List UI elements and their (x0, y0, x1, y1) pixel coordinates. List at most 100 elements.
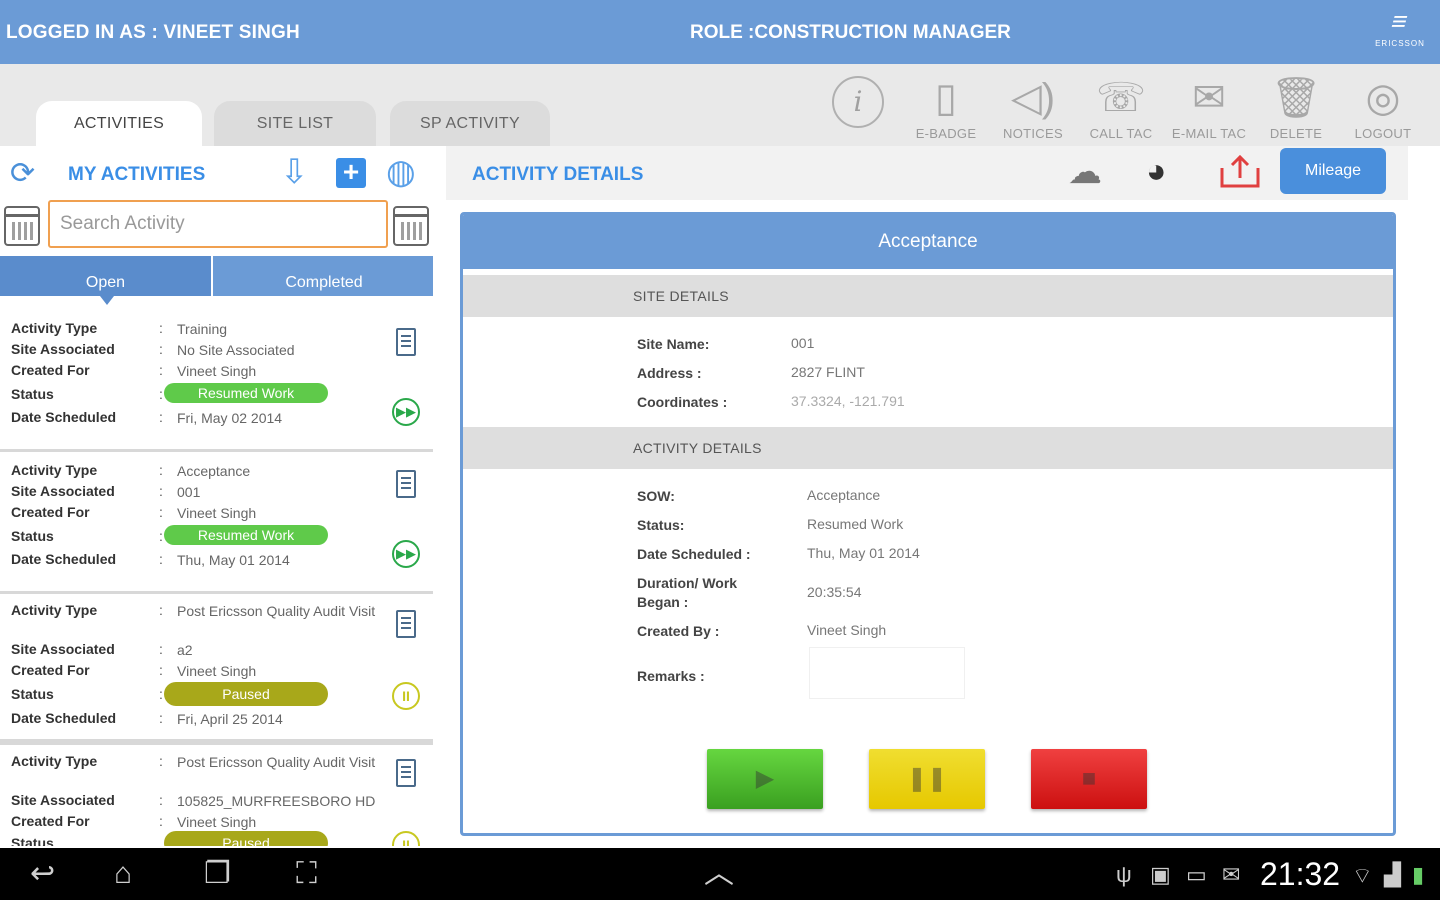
screenshot-icon[interactable]: ⛶ (296, 858, 317, 890)
document-icon[interactable] (396, 328, 416, 356)
activity-card[interactable]: Activity Type: Post Ericsson Quality Audi… (0, 594, 433, 742)
add-activity-button[interactable]: + (336, 158, 366, 188)
duration-value: 20:35:54 (807, 584, 862, 600)
my-activities-pane: ⟳ MY ACTIVITIES ⇩ + ◍ Search Activity Op… (0, 146, 433, 846)
created-by-value: Vineet Singh (807, 622, 887, 638)
date-scheduled-label: Date Scheduled (11, 551, 117, 567)
status-badge: Paused (164, 831, 328, 846)
e-badge-label: E-BADGE (915, 126, 977, 141)
tab-activities[interactable]: ACTIVITIES (36, 101, 202, 146)
site-associated-label: Site Associated (11, 641, 115, 657)
activity-type-label: Activity Type (11, 602, 98, 618)
site-name-label: Site Name: (637, 336, 710, 352)
back-icon[interactable]: ↩ (30, 858, 55, 890)
activity-details-section: ACTIVITY DETAILS (463, 427, 1393, 469)
activity-details-pane: ACTIVITY DETAILS ☁ ◕ Mileage Acceptance … (446, 146, 1440, 846)
phone-icon: ☏ (1095, 76, 1147, 120)
site-associated-label: Site Associated (11, 341, 115, 357)
sow-value: Acceptance (807, 487, 881, 503)
status-value: Resumed Work (807, 516, 904, 532)
segment-completed[interactable]: Completed (215, 256, 433, 296)
tab-site-list[interactable]: SITE LIST (214, 101, 376, 146)
status-label: Status: (637, 517, 685, 533)
panel-title: Acceptance (463, 215, 1393, 269)
document-icon[interactable] (396, 470, 416, 498)
upload-share-icon[interactable] (1216, 154, 1264, 190)
usb-icon: ψ (1116, 862, 1132, 887)
paused-icon[interactable]: II (392, 831, 420, 846)
resume-play-icon[interactable]: ▶▶ (392, 398, 420, 426)
notices-button[interactable]: ◁) NOTICES (993, 70, 1073, 142)
ericsson-logo: ≡ ERICSSON (1372, 6, 1428, 56)
created-by-label: Created By : (637, 623, 720, 639)
start-button[interactable]: ▶ (707, 749, 823, 809)
call-tac-label: CALL TAC (1089, 126, 1153, 141)
stop-button[interactable]: ■ (1031, 749, 1147, 809)
top-bar: LOGGED IN AS : VINEET SINGH ROLE :CONSTR… (0, 0, 1440, 64)
paused-icon[interactable]: II (392, 682, 420, 710)
refresh-icon[interactable]: ⟳ (10, 156, 35, 191)
logout-label: LOGOUT (1354, 126, 1412, 141)
globe-grid-icon[interactable]: ◍ (386, 152, 416, 192)
image-icon: ▭ (1186, 862, 1207, 887)
created-for-value: Vineet Singh (177, 505, 257, 521)
sow-label: SOW: (637, 488, 675, 504)
coordinates-value[interactable]: 37.3324, -121.791 (791, 393, 905, 409)
activity-card[interactable]: Activity Type: Training Site Associated: N… (0, 310, 433, 452)
logout-button[interactable]: ◎ LOGOUT (1343, 70, 1423, 142)
email-tac-button[interactable]: ✉ E-MAIL TAC (1169, 70, 1249, 142)
created-for-value: Vineet Singh (177, 663, 257, 679)
home-icon[interactable]: ⌂ (114, 858, 132, 890)
chevron-up-icon[interactable]: ︿ (704, 858, 734, 890)
delete-button[interactable]: 🗑 DELETE (1256, 70, 1336, 142)
activity-card[interactable]: Activity Type: Acceptance Site Associated… (0, 452, 433, 594)
system-nav-bar: ↩ ⌂ ❐ ⛶ ︿ ψ ▣ ▭ ✉ 21:32 ⌔ ▟ ▮ (0, 848, 1440, 900)
created-for-label: Created For (11, 504, 90, 520)
recent-apps-icon[interactable]: ❐ (204, 858, 231, 890)
info-icon[interactable]: i (832, 76, 884, 128)
status-label: Status (11, 835, 54, 846)
tool-strip: ACTIVITIES SITE LIST SP ACTIVITY i ▯ E-B… (0, 64, 1440, 146)
coordinates-label: Coordinates : (637, 394, 728, 410)
address-label: Address : (637, 365, 702, 381)
document-icon[interactable] (396, 610, 416, 638)
date-scheduled-value: Fri, May 02 2014 (177, 410, 283, 426)
stop-icon: ■ (1081, 765, 1097, 792)
site-name-value: 001 (791, 335, 815, 351)
created-for-value: Vineet Singh (177, 814, 257, 830)
segment-open[interactable]: Open (0, 256, 213, 296)
calendar-from-icon[interactable] (4, 206, 40, 246)
created-for-value: Vineet Singh (177, 363, 257, 379)
site-associated-value: No Site Associated (177, 342, 295, 358)
resume-play-icon[interactable]: ▶▶ (392, 540, 420, 568)
play-icon: ▶ (755, 765, 775, 792)
search-activity-input[interactable]: Search Activity (48, 200, 388, 248)
world-map-icon[interactable]: ◕ (1146, 152, 1167, 191)
mileage-button[interactable]: Mileage (1280, 148, 1386, 194)
tab-sp-activity[interactable]: SP ACTIVITY (390, 101, 550, 146)
e-badge-icon: ▯ (934, 76, 957, 120)
call-tac-button[interactable]: ☏ CALL TAC (1081, 70, 1161, 142)
status-badge: Paused (164, 682, 328, 706)
weather-icon[interactable]: ☁ (1068, 152, 1102, 192)
activity-type-label: Activity Type (11, 753, 98, 769)
battery-icon: ▮ (1412, 862, 1425, 887)
trash-icon: 🗑 (1270, 76, 1322, 120)
date-scheduled-value: Thu, May 01 2014 (807, 545, 920, 561)
mail-notification-icon: ✉ (1222, 862, 1241, 887)
activity-details-header: ACTIVITY DETAILS ☁ ◕ Mileage (446, 146, 1408, 200)
delete-label: DELETE (1269, 126, 1323, 141)
calendar-to-icon[interactable] (393, 206, 429, 246)
address-value: 2827 FLINT (791, 364, 865, 380)
e-badge-button[interactable]: ▯ E-BADGE (906, 70, 986, 142)
activity-type-value: Training (177, 321, 228, 337)
ericsson-logo-icon: ≡ (1388, 6, 1412, 36)
download-icon[interactable]: ⇩ (280, 152, 309, 192)
remarks-field[interactable] (809, 647, 965, 699)
activity-card[interactable]: Activity Type: Post Ericsson Quality Audi… (0, 742, 433, 846)
site-associated-value: 105825_MURFREESBORO HD (177, 793, 376, 809)
activity-type-label: Activity Type (11, 462, 98, 478)
activity-type-label: Activity Type (11, 320, 98, 336)
document-icon[interactable] (396, 759, 416, 787)
pause-button[interactable]: ❚❚ (869, 749, 985, 809)
